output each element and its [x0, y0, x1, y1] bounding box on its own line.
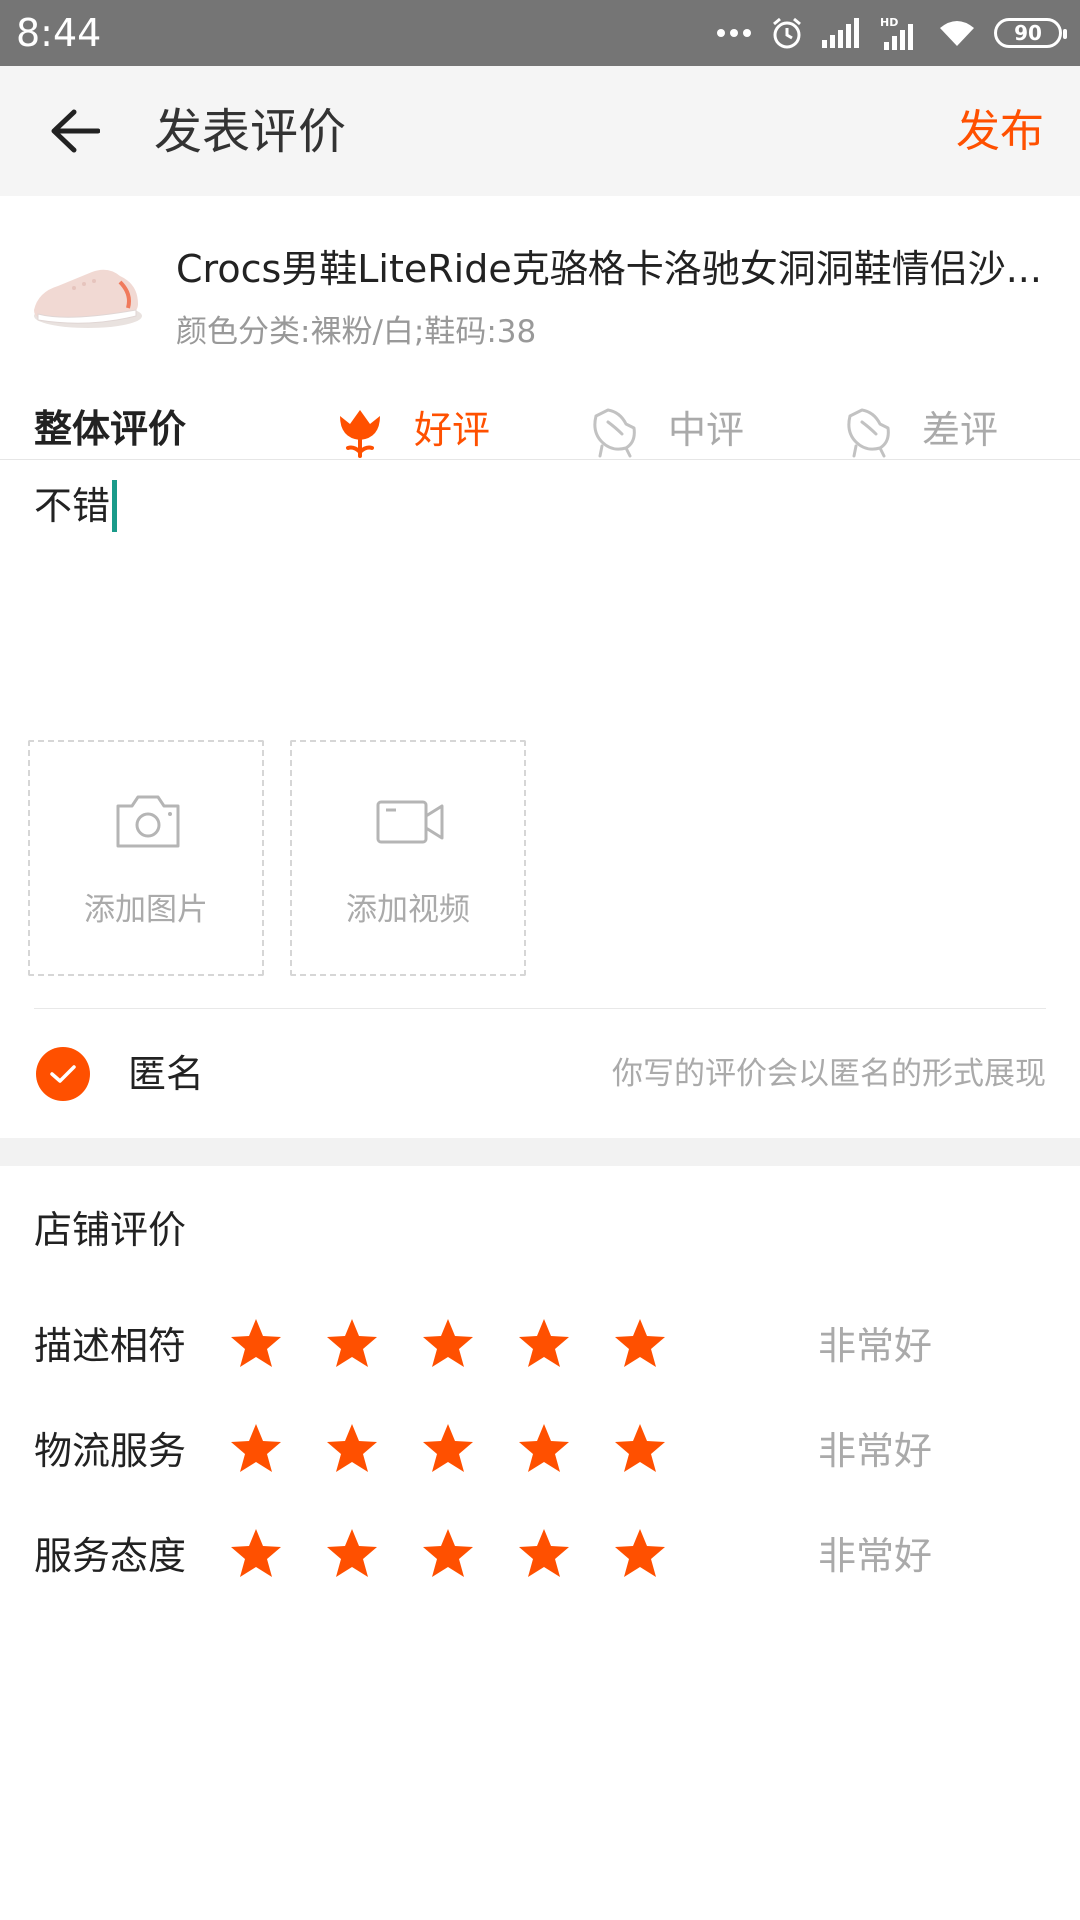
rating-bad-label: 差评 — [922, 408, 999, 452]
shop-rating-row-description: 描述相符 非常好 — [0, 1312, 1080, 1382]
video-camera-icon — [376, 800, 444, 844]
star-icon[interactable] — [612, 1421, 668, 1477]
flower-outline-icon — [593, 408, 636, 458]
star-rating — [228, 1316, 668, 1372]
star-icon[interactable] — [324, 1316, 380, 1372]
star-icon[interactable] — [420, 1421, 476, 1477]
add-photo-button[interactable]: 添加图片 — [28, 740, 264, 976]
camera-icon — [116, 795, 180, 848]
anonymous-checkbox[interactable] — [36, 1047, 90, 1101]
shop-rating-row-logistics: 物流服务 非常好 — [0, 1417, 1080, 1487]
star-icon[interactable] — [612, 1316, 668, 1372]
header-bar: 发表评价 发布 — [0, 66, 1080, 196]
rating-good-label: 好评 — [414, 408, 491, 452]
star-icon[interactable] — [420, 1316, 476, 1372]
star-rating — [228, 1421, 668, 1477]
wifi-icon — [940, 21, 974, 46]
rating-good-option[interactable]: 好评 — [332, 400, 490, 460]
hd-signal-icon: HD — [880, 16, 913, 50]
star-icon[interactable] — [324, 1421, 380, 1477]
star-icon[interactable] — [516, 1526, 572, 1582]
status-bar: 8:44 HD 90 — [0, 0, 1080, 66]
anonymous-hint: 你写的评价会以匿名的形式展现 — [612, 1056, 1046, 1092]
star-icon[interactable] — [612, 1526, 668, 1582]
text-caret — [112, 480, 118, 532]
product-image — [34, 269, 142, 328]
shop-rating-row-service: 服务态度 非常好 — [0, 1522, 1080, 1592]
product-card: Crocs男鞋LiteRide克骆格卡洛驰女洞洞鞋情侣沙... 颜色分类:裸粉/… — [0, 196, 1080, 386]
more-dots-icon — [717, 29, 751, 37]
alarm-icon — [773, 17, 801, 49]
svg-text:HD: HD — [880, 16, 898, 29]
rating-neutral-label: 中评 — [668, 408, 745, 452]
star-icon[interactable] — [228, 1316, 284, 1372]
flower-outline-icon — [847, 408, 890, 458]
review-text-value: 不错 — [34, 484, 111, 528]
star-icon[interactable] — [516, 1316, 572, 1372]
shop-rating-title: 店铺评价 — [34, 1208, 187, 1252]
product-title: Crocs男鞋LiteRide克骆格卡洛驰女洞洞鞋情侣沙... — [176, 247, 1042, 291]
overall-rating-label: 整体评价 — [34, 407, 187, 451]
star-icon[interactable] — [516, 1421, 572, 1477]
star-icon[interactable] — [420, 1526, 476, 1582]
shop-rating-label: 物流服务 — [34, 1429, 187, 1473]
check-icon — [50, 1065, 76, 1083]
add-photo-label: 添加图片 — [84, 892, 208, 928]
signal-icon — [822, 18, 859, 48]
star-icon[interactable] — [228, 1421, 284, 1477]
flower-icon — [340, 410, 380, 458]
publish-button[interactable]: 发布 — [956, 102, 1044, 162]
shop-rating-label: 描述相符 — [34, 1324, 187, 1368]
rating-neutral-option[interactable]: 中评 — [586, 400, 744, 460]
add-video-button[interactable]: 添加视频 — [290, 740, 526, 976]
page-title: 发表评价 — [154, 104, 347, 160]
divider — [34, 1008, 1046, 1009]
arrow-left-icon — [51, 109, 100, 153]
back-button[interactable] — [40, 96, 110, 166]
overall-rating: 整体评价 好评 中评 差评 — [0, 386, 1080, 460]
status-icons: HD 90 — [716, 12, 1067, 54]
star-rating — [228, 1526, 668, 1582]
star-icon[interactable] — [228, 1526, 284, 1582]
star-icon[interactable] — [324, 1526, 380, 1582]
shop-rating-label: 服务态度 — [34, 1534, 187, 1578]
status-time: 8:44 — [16, 11, 102, 55]
shop-rating-value: 非常好 — [818, 1429, 933, 1473]
review-text-input[interactable]: 不错 — [34, 480, 118, 532]
shop-rating-value: 非常好 — [818, 1534, 933, 1578]
rating-bad-option[interactable]: 差评 — [840, 400, 998, 460]
shop-rating-value: 非常好 — [818, 1324, 933, 1368]
add-video-label: 添加视频 — [346, 892, 470, 928]
battery-level: 90 — [1014, 21, 1042, 45]
anonymous-label: 匿名 — [128, 1052, 205, 1096]
product-spec: 颜色分类:裸粉/白;鞋码:38 — [176, 314, 537, 350]
section-separator — [0, 1138, 1080, 1166]
battery-icon: 90 — [994, 18, 1067, 48]
